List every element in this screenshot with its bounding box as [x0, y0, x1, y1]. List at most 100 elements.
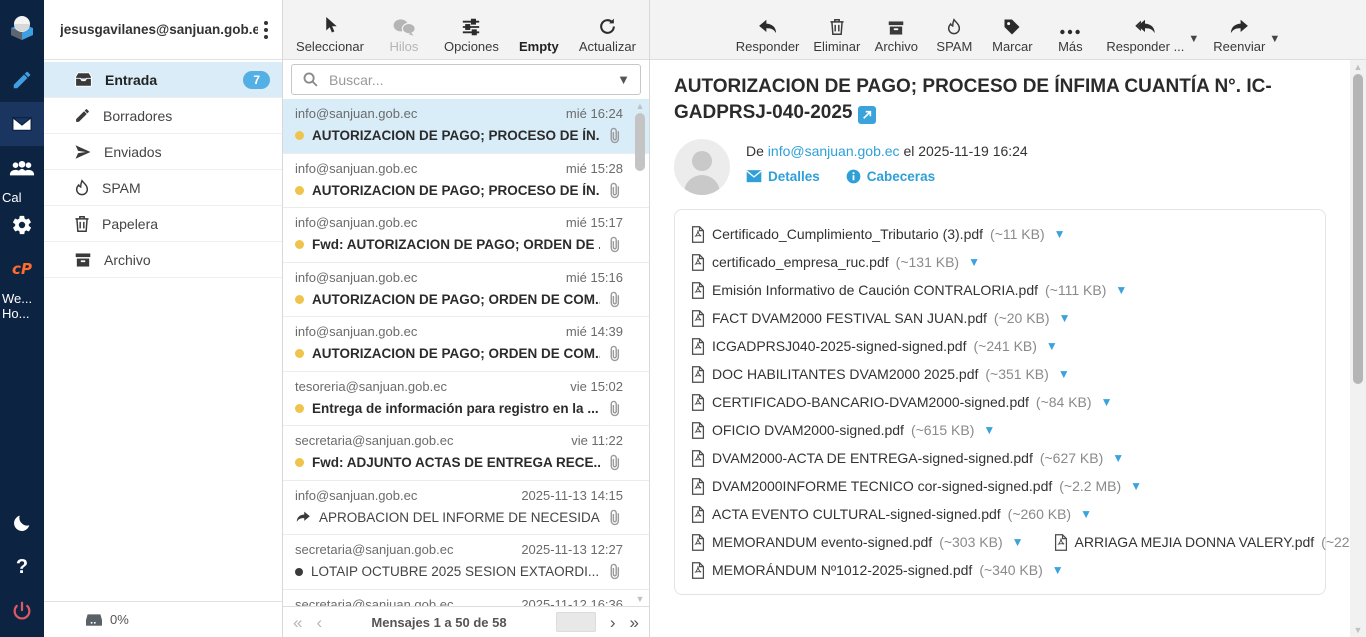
page-last-button[interactable]: » — [630, 614, 639, 631]
storage-icon — [84, 612, 104, 628]
attachment-name-link[interactable]: FACT DVAM2000 FESTIVAL SAN JUAN.pdf — [712, 310, 987, 326]
attachment-name-link[interactable]: MEMORANDUM evento-signed.pdf — [712, 534, 932, 550]
details-button[interactable]: Detalles — [746, 169, 820, 184]
actualizar-button[interactable]: Actualizar — [579, 6, 636, 54]
paperclip-icon — [608, 509, 623, 526]
help-icon[interactable]: ? — [0, 545, 44, 589]
spam-button[interactable]: SPAM — [932, 6, 976, 54]
message-list-item[interactable]: info@sanjuan.gob.ecmié 15:17Fwd: AUTORIZ… — [283, 208, 649, 263]
attachment-menu-caret-icon[interactable]: ▼ — [1044, 339, 1058, 353]
attachment-menu-caret-icon[interactable]: ▼ — [1010, 535, 1024, 549]
attachment-name-link[interactable]: OFICIO DVAM2000-signed.pdf — [712, 422, 904, 438]
attachment-name-link[interactable]: certificado_empresa_ruc.pdf — [712, 254, 889, 270]
message-scroll-thumb[interactable] — [1353, 74, 1363, 384]
dropdown-caret-icon[interactable]: ▼ — [1188, 33, 1199, 59]
message-scroll-up-icon[interactable]: ▲ — [1350, 62, 1366, 72]
eliminar-button[interactable]: Eliminar — [813, 6, 860, 54]
attachment-row: DOC HABILITANTES DVAM2000 2025.pdf(~351 … — [691, 360, 1309, 388]
calendar-link[interactable]: Cal — [0, 190, 44, 203]
attachment-name-link[interactable]: MEMORÁNDUM Nº1012-2025-signed.pdf — [712, 562, 972, 578]
pdf-file-icon — [691, 254, 705, 271]
fire-icon — [74, 179, 90, 197]
attachment-name-link[interactable]: DVAM2000-ACTA DE ENTREGA-signed-signed.p… — [712, 450, 1033, 466]
attachment-menu-caret-icon[interactable]: ▼ — [981, 423, 995, 437]
attachment-menu-caret-icon[interactable]: ▼ — [966, 255, 980, 269]
list-scroll-up-icon[interactable]: ▲ — [633, 101, 647, 111]
attachment-menu-caret-icon[interactable]: ▼ — [1113, 283, 1127, 297]
attachment-menu-caret-icon[interactable]: ▼ — [1056, 367, 1070, 381]
account-selector[interactable]: jesusgavilanes@sanjuan.gob.ec — [44, 0, 282, 60]
responder-button[interactable]: Responder ... — [1106, 6, 1184, 54]
page-next-button[interactable]: › — [610, 614, 616, 631]
attachment-menu-caret-icon[interactable]: ▼ — [1050, 563, 1064, 577]
list-scroll-thumb[interactable] — [635, 113, 645, 171]
message-list-item[interactable]: secretaria@sanjuan.gob.ec2025-11-12 16:3… — [283, 590, 649, 607]
contacts-icon[interactable] — [0, 146, 44, 190]
account-menu-kebab-icon[interactable] — [258, 17, 274, 43]
attachment-name-link[interactable]: DVAM2000INFORME TECNICO cor-signed-signe… — [712, 478, 1052, 494]
page-first-button[interactable]: « — [293, 614, 302, 631]
message-list-item[interactable]: tesoreria@sanjuan.gob.ecvie 15:02Entrega… — [283, 372, 649, 427]
attachment-name-link[interactable]: ICGADPRSJ040-2025-signed-signed.pdf — [712, 338, 966, 354]
message-list-item[interactable]: info@sanjuan.gob.ec2025-11-13 14:15APROB… — [283, 481, 649, 536]
archivo-button[interactable]: Archivo — [874, 6, 918, 54]
folder-item-archivo[interactable]: Archivo — [44, 242, 282, 278]
folder-item-papelera[interactable]: Papelera — [44, 206, 282, 242]
message-list-item[interactable]: secretaria@sanjuan.gob.ec2025-11-13 12:2… — [283, 535, 649, 590]
message-list-item[interactable]: secretaria@sanjuan.gob.ecvie 11:22Fwd: A… — [283, 426, 649, 481]
app-logo-icon[interactable] — [0, 6, 44, 50]
responder-button[interactable]: Responder — [736, 6, 800, 54]
compose-icon[interactable] — [0, 58, 44, 102]
attachment-menu-caret-icon[interactable]: ▼ — [1110, 451, 1124, 465]
inbox-icon — [74, 72, 93, 87]
attachment-name-link[interactable]: ACTA EVENTO CULTURAL-signed-signed.pdf — [712, 506, 1001, 522]
sender-email-link[interactable]: info@sanjuan.gob.ec — [768, 143, 900, 159]
search-input[interactable] — [323, 72, 607, 88]
open-in-new-window-icon[interactable] — [858, 106, 876, 124]
attachment-item: MEMORANDUM evento-signed.pdf(~303 KB)▼ — [691, 534, 1024, 551]
logout-power-icon[interactable] — [0, 589, 44, 633]
opciones-button[interactable]: Opciones — [444, 6, 499, 54]
attachment-name-link[interactable]: Emisión Informativo de Caución CONTRALOR… — [712, 282, 1038, 298]
message-list-item[interactable]: info@sanjuan.gob.ecmié 15:28AUTORIZACION… — [283, 154, 649, 209]
trash-icon — [74, 215, 90, 233]
mail-icon[interactable] — [0, 102, 44, 146]
empty-button[interactable]: Empty — [517, 6, 561, 54]
paperclip-icon — [608, 291, 623, 308]
attachment-name-link[interactable]: Certificado_Cumplimiento_Tributario (3).… — [712, 226, 983, 242]
headers-button[interactable]: Cabeceras — [846, 169, 935, 184]
attachment-menu-caret-icon[interactable]: ▼ — [1128, 479, 1142, 493]
webmail-home-link[interactable]: We... Ho... — [0, 291, 44, 321]
más-button[interactable]: Más — [1048, 6, 1092, 54]
attachment-menu-caret-icon[interactable]: ▼ — [1099, 395, 1113, 409]
cpanel-icon[interactable]: cP — [0, 247, 44, 291]
folder-item-enviados[interactable]: Enviados — [44, 134, 282, 170]
page-number-input[interactable] — [556, 612, 596, 632]
hilos-button[interactable]: Hilos — [382, 6, 426, 54]
dropdown-caret-icon[interactable]: ▼ — [1269, 33, 1280, 59]
gear-icon[interactable] — [0, 203, 44, 247]
folder-item-spam[interactable]: SPAM — [44, 170, 282, 206]
attachment-menu-caret-icon[interactable]: ▼ — [1078, 507, 1092, 521]
list-scrollbar: ▲ ▼ — [633, 99, 647, 606]
folder-item-borradores[interactable]: Borradores — [44, 98, 282, 134]
reenviar-button[interactable]: Reenviar — [1213, 6, 1265, 54]
message-list-item[interactable]: info@sanjuan.gob.ecmié 14:39AUTORIZACION… — [283, 317, 649, 372]
attachment-name-link[interactable]: DOC HABILITANTES DVAM2000 2025.pdf — [712, 366, 978, 382]
pdf-file-icon — [691, 366, 705, 383]
attachment-row: Emisión Informativo de Caución CONTRALOR… — [691, 276, 1309, 304]
dark-mode-moon-icon[interactable] — [0, 501, 44, 545]
message-list-item[interactable]: info@sanjuan.gob.ecmié 16:24AUTORIZACION… — [283, 99, 649, 154]
attachment-name-link[interactable]: CERTIFICADO-BANCARIO-DVAM2000-signed.pdf — [712, 394, 1029, 410]
attachment-name-link[interactable]: ARRIAGA MEJIA DONNA VALERY.pdf — [1075, 534, 1315, 550]
page-prev-button[interactable]: ‹ — [316, 614, 322, 631]
list-scroll-down-icon[interactable]: ▼ — [633, 594, 647, 604]
message-scroll-down-icon[interactable]: ▼ — [1350, 625, 1366, 635]
marcar-button[interactable]: Marcar — [990, 6, 1034, 54]
folder-item-entrada[interactable]: Entrada7 — [44, 62, 282, 98]
search-options-chevron-down-icon[interactable]: ▼ — [607, 72, 640, 87]
attachment-menu-caret-icon[interactable]: ▼ — [1052, 227, 1066, 241]
seleccionar-button[interactable]: Seleccionar — [296, 6, 364, 54]
message-list-item[interactable]: info@sanjuan.gob.ecmié 15:16AUTORIZACION… — [283, 263, 649, 318]
attachment-menu-caret-icon[interactable]: ▼ — [1057, 311, 1071, 325]
